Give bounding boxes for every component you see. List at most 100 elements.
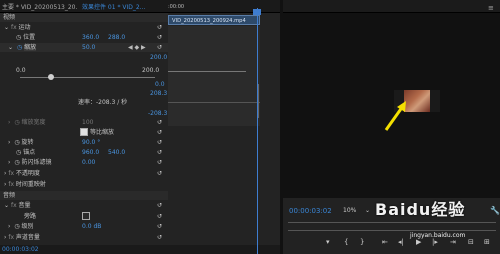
chevron-right-icon[interactable]: › bbox=[0, 234, 6, 241]
chevron-down-icon[interactable]: ⌄ bbox=[0, 44, 13, 51]
scale-min-label: 0.0 bbox=[16, 67, 26, 74]
rotation-row: › ◷ 旋转 90.0 ° bbox=[0, 138, 168, 147]
mark-in-icon[interactable]: { bbox=[344, 238, 348, 246]
stopwatch-icon[interactable]: ◷ bbox=[12, 223, 19, 230]
mark-out-icon[interactable]: } bbox=[360, 238, 364, 246]
position-y-value[interactable]: 288.0 bbox=[108, 33, 125, 42]
chevron-down-icon[interactable]: ⌄ bbox=[0, 202, 9, 209]
channel-volume-row[interactable]: › fx 声道音量 bbox=[0, 233, 168, 242]
effect-controls-timecode[interactable]: 00:00:03:02 bbox=[0, 245, 280, 254]
reset-icon[interactable]: ↺ bbox=[157, 34, 165, 41]
reset-icon[interactable]: ↺ bbox=[157, 139, 165, 146]
chevron-right-icon[interactable]: › bbox=[0, 170, 6, 177]
keyframe-graph-area bbox=[168, 26, 260, 126]
anchor-row: ◷ 锚点 960.0 540.0 bbox=[0, 148, 168, 157]
chevron-right-icon[interactable]: › bbox=[0, 139, 10, 146]
graph-val1: 208.3 bbox=[150, 90, 168, 97]
level-row: › ◷ 级别 0.0 dB bbox=[0, 222, 168, 231]
graph-val2: -208.3 bbox=[148, 110, 168, 117]
timeremap-row[interactable]: › fx 时间重映射 bbox=[0, 180, 168, 189]
audio-section-label: 音频 bbox=[3, 192, 16, 199]
playhead-handle[interactable] bbox=[253, 9, 261, 15]
anchor-label: 锚点 bbox=[23, 149, 36, 156]
uniform-scale-checkbox[interactable] bbox=[80, 128, 88, 136]
chevron-right-icon: › bbox=[8, 119, 11, 126]
step-back-icon[interactable]: ◂| bbox=[398, 238, 404, 246]
antiflicker-value[interactable]: 0.00 bbox=[82, 158, 95, 167]
bypass-row: 旁路 bbox=[0, 212, 168, 221]
extract-icon[interactable]: ⊞ bbox=[484, 238, 490, 246]
step-forward-icon[interactable]: |▸ bbox=[432, 238, 438, 246]
rotation-label: 旋转 bbox=[21, 139, 34, 146]
go-to-in-icon[interactable]: ⇤ bbox=[382, 238, 388, 246]
position-x-value[interactable]: 360.0 bbox=[82, 33, 99, 42]
level-label: 级别 bbox=[21, 223, 34, 230]
reset-icon[interactable]: ↺ bbox=[157, 202, 165, 209]
reset-icon[interactable]: ↺ bbox=[157, 129, 165, 136]
baidu-watermark-url: jingyan.baidu.com bbox=[410, 232, 466, 239]
bypass-checkbox[interactable] bbox=[82, 212, 90, 220]
anchor-y-value[interactable]: 540.0 bbox=[108, 148, 125, 157]
add-marker-icon[interactable]: ▾ bbox=[326, 238, 330, 246]
panel-menu-icon[interactable]: ≡ bbox=[488, 4, 494, 12]
program-ruler[interactable] bbox=[288, 222, 496, 229]
graph-val-row: 208.3 bbox=[0, 89, 168, 98]
reset-icon[interactable]: ↺ bbox=[157, 149, 165, 156]
go-to-out-icon[interactable]: ⇥ bbox=[450, 238, 456, 246]
anchor-x-value[interactable]: 960.0 bbox=[82, 148, 99, 157]
lift-icon[interactable]: ⊟ bbox=[468, 238, 474, 246]
program-scrub-bar[interactable] bbox=[288, 230, 496, 231]
stopwatch-icon[interactable]: ◷ bbox=[0, 149, 21, 156]
reset-icon[interactable]: ↺ bbox=[157, 213, 165, 220]
program-tab-bar bbox=[283, 0, 500, 13]
reset-icon[interactable]: ↺ bbox=[157, 119, 165, 126]
graph-drop-line bbox=[258, 84, 259, 118]
scale-slider-track[interactable] bbox=[20, 77, 155, 78]
rotation-value[interactable]: 90.0 ° bbox=[82, 138, 100, 147]
reset-icon[interactable]: ↺ bbox=[157, 44, 165, 51]
wrench-icon[interactable]: 🔧 bbox=[490, 206, 500, 215]
chevron-right-icon[interactable]: › bbox=[0, 181, 6, 188]
video-section-header: 视频 bbox=[0, 13, 168, 22]
reset-icon[interactable]: ↺ bbox=[157, 159, 165, 166]
opacity-row[interactable]: › fx 不透明度 bbox=[0, 169, 168, 178]
graph-val2-row: -208.3 bbox=[0, 109, 168, 118]
playhead-line[interactable] bbox=[257, 8, 258, 254]
clip-bar[interactable]: VID_20200513_200924.mp4 bbox=[168, 15, 260, 25]
fx-icon: fx bbox=[8, 170, 16, 177]
motion-row[interactable]: ⌄ fx 运动 bbox=[0, 23, 168, 32]
scale-max-label: 200.0 bbox=[142, 67, 160, 74]
chevron-down-icon[interactable]: ⌄ bbox=[0, 24, 9, 31]
program-timecode[interactable]: 00:00:03:02 bbox=[289, 207, 332, 215]
position-label: 位置 bbox=[23, 34, 36, 41]
opacity-label: 不透明度 bbox=[15, 170, 40, 177]
stopwatch-icon[interactable]: ◷ bbox=[0, 34, 21, 41]
chevron-down-icon: ⌄ bbox=[365, 207, 371, 214]
level-value[interactable]: 0.0 dB bbox=[82, 222, 101, 231]
tab-source-main[interactable]: 主要 * VID_20200513_20... bbox=[2, 2, 78, 11]
speed-row: 速率：-208.3 / 秒 bbox=[0, 98, 168, 107]
tab-effect-controls[interactable]: 效果控件 01 * VID_2... bbox=[82, 2, 162, 11]
play-icon[interactable]: ▶ bbox=[416, 238, 421, 246]
chevron-right-icon[interactable]: › bbox=[0, 223, 10, 230]
antiflicker-label: 防闪烁滤镜 bbox=[21, 159, 52, 166]
stopwatch-icon[interactable]: ◷ bbox=[12, 159, 19, 166]
volume-row[interactable]: ⌄ fx 音量 bbox=[0, 201, 168, 210]
reset-icon[interactable]: ↺ bbox=[157, 223, 165, 230]
scale-label: 缩放 bbox=[24, 44, 37, 51]
graph-top-value: 200.0 bbox=[150, 54, 168, 61]
speed-text: 速率：-208.3 / 秒 bbox=[78, 99, 128, 106]
keyframe-nav-icon[interactable]: ◀ ◆ ▶ bbox=[128, 43, 146, 52]
reset-icon[interactable]: ↺ bbox=[157, 234, 165, 241]
zoom-select[interactable]: 10% ⌄ bbox=[343, 207, 373, 216]
stopwatch-icon[interactable]: ◷ bbox=[15, 44, 22, 51]
motion-label: 运动 bbox=[18, 24, 31, 31]
reset-icon[interactable]: ↺ bbox=[157, 24, 165, 31]
reset-icon[interactable]: ↺ bbox=[157, 170, 165, 177]
scale-width-value: 100 bbox=[82, 119, 94, 126]
scale-value[interactable]: 50.0 bbox=[82, 43, 95, 52]
stopwatch-icon: ◷ bbox=[14, 119, 20, 126]
chevron-right-icon[interactable]: › bbox=[0, 159, 10, 166]
video-section-label: 视频 bbox=[3, 14, 16, 21]
stopwatch-icon[interactable]: ◷ bbox=[12, 139, 19, 146]
